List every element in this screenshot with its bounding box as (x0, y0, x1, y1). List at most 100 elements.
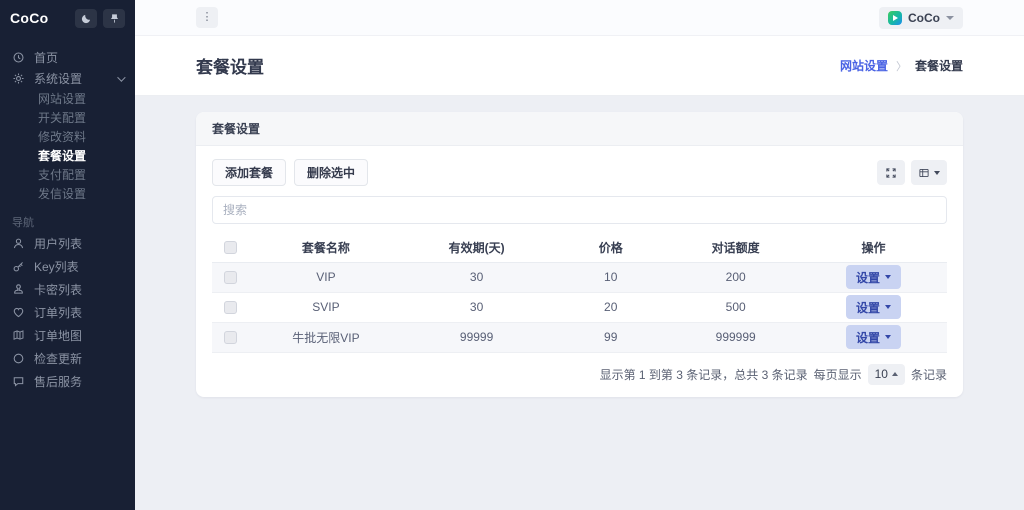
fullscreen-button[interactable] (877, 160, 905, 185)
sidebar-item-label: 开关配置 (38, 109, 123, 126)
cell-package-name: VIP (249, 262, 403, 292)
add-package-button[interactable]: 添加套餐 (212, 159, 286, 186)
breadcrumb-link-website-settings[interactable]: 网站设置 (840, 57, 888, 74)
page-size-dropdown-button[interactable]: 10 (868, 364, 905, 385)
cell-days: 99999 (403, 322, 550, 352)
sidebar-menu: 首页 系统设置 网站设置 开关配置 修改资料 套餐设置 支付配置 发信设置 导航… (0, 36, 135, 393)
key-icon (12, 260, 25, 273)
cell-days: 30 (403, 262, 550, 292)
delete-selected-button[interactable]: 删除选中 (294, 159, 368, 186)
columns-icon (918, 167, 930, 179)
row-checkbox[interactable] (224, 331, 237, 344)
package-settings-card: 套餐设置 添加套餐 删除选中 (196, 112, 963, 397)
cell-package-name: 牛批无限VIP (249, 322, 403, 352)
sidebar-item-card-list[interactable]: 卡密列表 (0, 278, 135, 301)
table-row: 牛批无限VIP 99999 99 999999 设置 (212, 322, 947, 352)
dark-mode-toggle[interactable] (75, 9, 97, 28)
breadcrumb-separator: 〉 (896, 58, 907, 74)
sidebar-item-key-list[interactable]: Key列表 (0, 255, 135, 278)
heart-icon (12, 306, 25, 319)
cell-days: 30 (403, 292, 550, 322)
navbar-right: CoCo (879, 7, 963, 29)
sidebar: CoCo 首页 系统设置 网站设置 开关配置 修改资料 套餐设置 支付配置 发信… (0, 0, 135, 510)
page-title: 套餐设置 (196, 53, 264, 78)
chevron-down-icon (117, 73, 125, 81)
sidebar-item-label: 订单地图 (34, 327, 123, 344)
sidebar-subitem-edit-profile[interactable]: 修改资料 (0, 127, 135, 146)
refresh-circle-icon (12, 352, 25, 365)
main-area: ⋮ CoCo 套餐设置 网站设置 〉 套餐设置 套餐设置 添加套餐 删除选中 (135, 0, 1024, 510)
sidebar-item-order-map[interactable]: 订单地图 (0, 324, 135, 347)
user-name: CoCo (908, 11, 940, 25)
select-all-checkbox[interactable] (224, 241, 237, 254)
system-settings-submenu: 网站设置 开关配置 修改资料 套餐设置 支付配置 发信设置 (0, 89, 135, 203)
map-icon (12, 329, 25, 342)
cell-quota: 999999 (671, 322, 800, 352)
sidebar-item-after-sales[interactable]: 售后服务 (0, 370, 135, 393)
sidebar-subitem-website-settings[interactable]: 网站设置 (0, 89, 135, 108)
column-header-name: 套餐名称 (249, 233, 403, 262)
chevron-down-icon (934, 171, 940, 175)
vertical-dots-icon: ⋮ (202, 12, 213, 23)
sidebar-item-label: 系统设置 (34, 70, 108, 87)
sidebar-item-label: 套餐设置 (38, 147, 123, 164)
cell-price: 20 (550, 292, 671, 322)
column-header-price: 价格 (550, 233, 671, 262)
clock-icon (12, 51, 25, 64)
sidebar-subitem-package-settings[interactable]: 套餐设置 (0, 146, 135, 165)
brand-logo-text: CoCo (10, 10, 69, 26)
user-icon (12, 237, 25, 250)
content-area: 套餐设置 添加套餐 删除选中 (135, 96, 1024, 510)
cell-quota: 500 (671, 292, 800, 322)
sidebar-item-check-update[interactable]: 检查更新 (0, 347, 135, 370)
row-checkbox[interactable] (224, 301, 237, 314)
row-settings-dropdown-button[interactable]: 设置 (846, 265, 901, 289)
cell-price: 99 (550, 322, 671, 352)
search-input[interactable] (212, 196, 947, 224)
pin-icon (109, 13, 120, 24)
packages-table: 套餐名称 有效期(天) 价格 对话额度 操作 VIP 30 10 (212, 233, 947, 353)
toolbar-right (877, 160, 947, 185)
sidebar-item-home[interactable]: 首页 (0, 47, 135, 68)
table-header-row: 套餐名称 有效期(天) 价格 对话额度 操作 (212, 233, 947, 262)
user-avatar (888, 11, 902, 25)
column-header-quota: 对话额度 (671, 233, 800, 262)
sidebar-item-label: 支付配置 (38, 166, 123, 183)
table-toolbar: 添加套餐 删除选中 (212, 159, 947, 186)
page-header: 套餐设置 网站设置 〉 套餐设置 (135, 36, 1024, 96)
sidebar-item-label: 发信设置 (38, 185, 123, 202)
table-row: SVIP 30 20 500 设置 (212, 292, 947, 322)
row-settings-dropdown-button[interactable]: 设置 (846, 325, 901, 349)
columns-toggle-button[interactable] (911, 160, 947, 185)
settings-button-label: 设置 (856, 269, 880, 286)
pagination-summary: 显示第 1 到第 3 条记录，总共 3 条记录 (600, 366, 808, 383)
pin-sidebar-button[interactable] (103, 9, 125, 28)
navbar-menu-button[interactable]: ⋮ (196, 7, 218, 28)
pagination-per-page-suffix: 条记录 (911, 366, 947, 383)
sidebar-item-label: 检查更新 (34, 350, 123, 367)
sidebar-item-label: 用户列表 (34, 235, 123, 252)
sidebar-subitem-payment-config[interactable]: 支付配置 (0, 165, 135, 184)
chevron-up-icon (892, 372, 898, 376)
user-dropdown-button[interactable]: CoCo (879, 7, 963, 29)
chevron-down-icon (885, 335, 891, 339)
sidebar-item-label: 网站设置 (38, 90, 123, 107)
card-title: 套餐设置 (196, 112, 963, 146)
sidebar-item-label: 订单列表 (34, 304, 123, 321)
table-row: VIP 30 10 200 设置 (212, 262, 947, 292)
sidebar-item-label: 修改资料 (38, 128, 123, 145)
sidebar-item-label: 售后服务 (34, 373, 123, 390)
fullscreen-icon (885, 167, 897, 179)
top-navbar: ⋮ CoCo (135, 0, 1024, 36)
sidebar-subitem-switch-config[interactable]: 开关配置 (0, 108, 135, 127)
sidebar-brand-row: CoCo (0, 0, 135, 36)
chevron-down-icon (946, 16, 954, 20)
chevron-down-icon (885, 305, 891, 309)
row-checkbox[interactable] (224, 271, 237, 284)
column-header-days: 有效期(天) (403, 233, 550, 262)
sidebar-item-user-list[interactable]: 用户列表 (0, 232, 135, 255)
sidebar-item-system-settings[interactable]: 系统设置 (0, 68, 135, 89)
sidebar-subitem-mail-settings[interactable]: 发信设置 (0, 184, 135, 203)
row-settings-dropdown-button[interactable]: 设置 (846, 295, 901, 319)
sidebar-item-order-list[interactable]: 订单列表 (0, 301, 135, 324)
